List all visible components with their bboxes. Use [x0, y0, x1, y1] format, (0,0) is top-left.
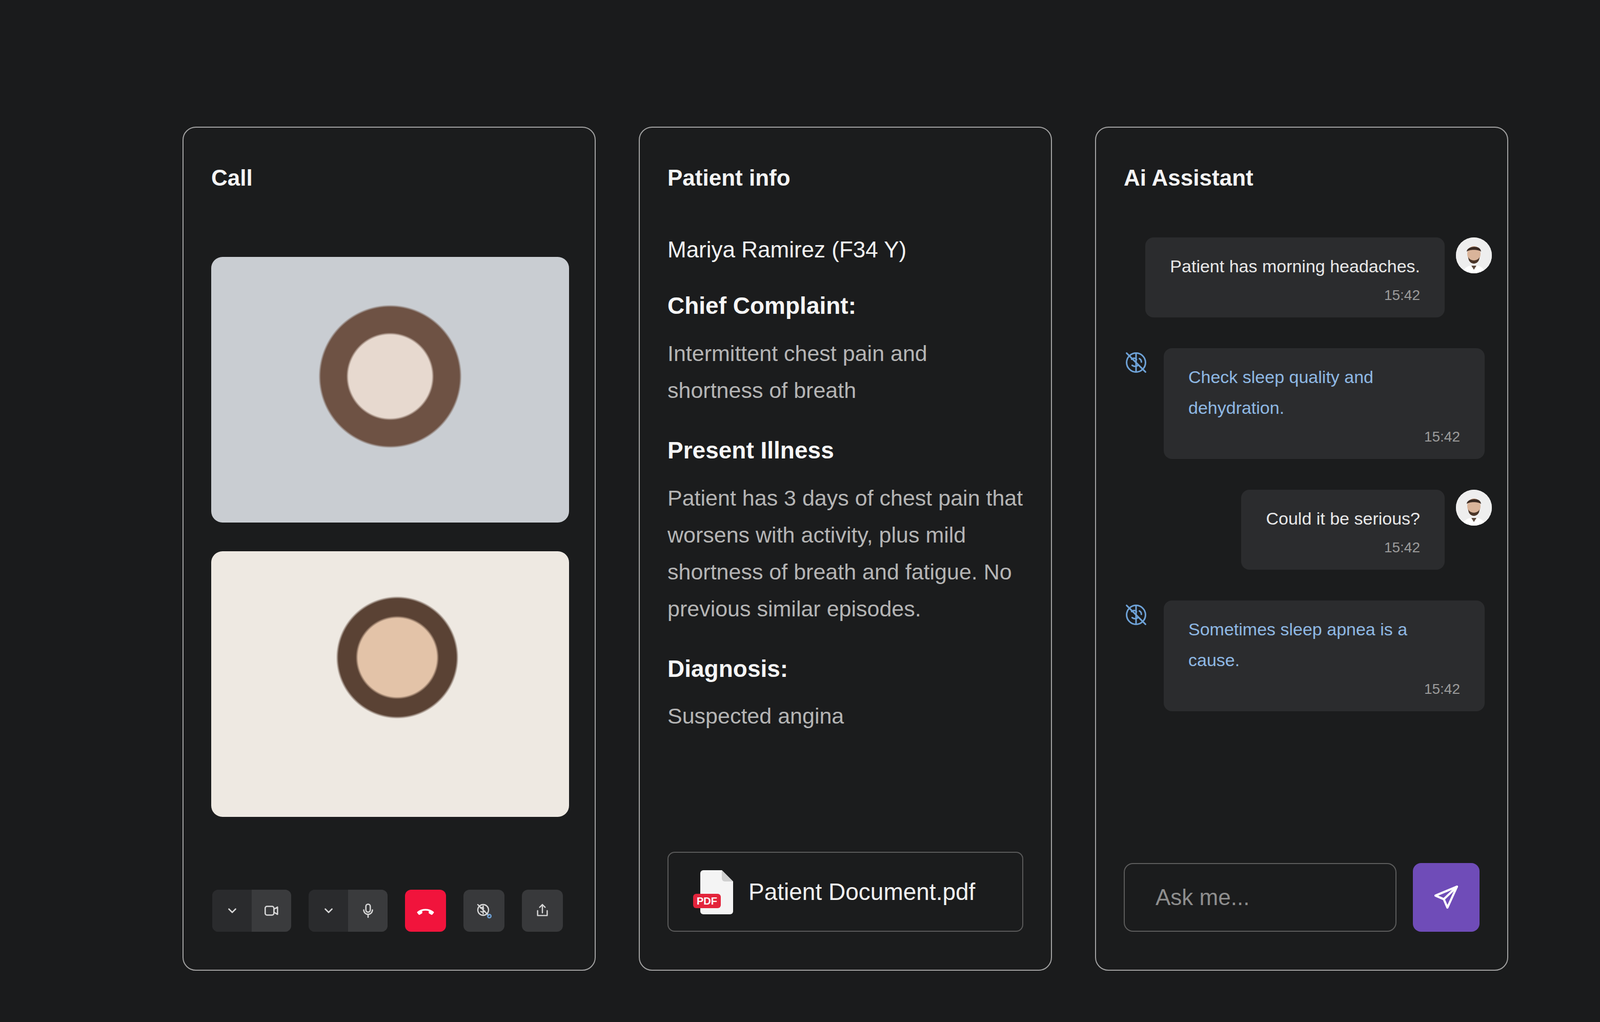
share-button[interactable]: [521, 889, 563, 932]
assistant-message: Check sleep quality and dehydration. 15:4…: [1163, 348, 1485, 459]
message-time: 15:42: [1188, 678, 1461, 700]
section-text: Intermittent chest pain and shortness of…: [667, 334, 1024, 409]
end-call-button[interactable]: [404, 889, 447, 932]
microphone-icon: [359, 901, 377, 920]
chevron-down-icon: [225, 903, 239, 918]
video-frame: [211, 256, 570, 523]
camera-control: [212, 889, 292, 932]
camera-toggle-button[interactable]: [251, 889, 292, 932]
microphone-control: [308, 889, 388, 932]
message-time: 15:42: [1188, 426, 1461, 448]
message-text: Sometimes sleep apnea is a cause.: [1188, 613, 1461, 676]
document-button[interactable]: PDF Patient Document.pdf: [667, 851, 1024, 932]
assistant-title: Ai Assistant: [1096, 164, 1508, 192]
pdf-file-icon: PDF: [693, 867, 737, 916]
section-text: Suspected angina: [667, 697, 1024, 735]
ai-brain-icon: [474, 901, 494, 920]
call-controls: [212, 889, 567, 932]
section-heading: Present Illness: [667, 435, 1024, 467]
user-message: Could it be serious?15:42: [1241, 489, 1445, 570]
section-text: Patient has 3 days of chest pain that wo…: [667, 479, 1024, 627]
camera-menu-button[interactable]: [212, 889, 252, 932]
patient-panel: Patient info Mariya Ramirez (F34 Y) Chief …: [638, 126, 1052, 971]
call-panel: Call: [182, 126, 596, 971]
patient-title: Patient info: [667, 164, 1024, 192]
ai-assistant-icon: [1122, 601, 1150, 629]
message-text: Patient has morning headaches.: [1169, 250, 1421, 282]
document-name: Patient Document.pdf: [748, 874, 976, 910]
message-row: Patient has morning headaches.15:42: [1096, 237, 1508, 318]
message-time: 15:42: [1169, 284, 1421, 307]
ai-assistant-icon: [1122, 349, 1150, 376]
message-row: Check sleep quality and dehydration. 15:4…: [1096, 348, 1508, 459]
assistant-panel: Ai Assistant Patient has morning headache…: [1095, 126, 1509, 971]
microphone-toggle-button[interactable]: [348, 889, 388, 932]
call-title: Call: [211, 164, 567, 192]
chevron-down-icon: [321, 903, 336, 918]
share-icon: [534, 902, 551, 919]
message-row: Could it be serious?15:42: [1096, 489, 1508, 570]
microphone-menu-button[interactable]: [308, 889, 349, 932]
message-text: Check sleep quality and dehydration.: [1188, 361, 1461, 423]
ai-button[interactable]: [463, 889, 505, 932]
message-row: Sometimes sleep apnea is a cause.15:42: [1096, 600, 1508, 712]
patient-name: Mariya Ramirez (F34 Y): [667, 234, 1024, 265]
doctor-avatar-icon: [1455, 489, 1492, 526]
user-message: Patient has morning headaches.15:42: [1145, 237, 1445, 318]
section-heading: Chief Complaint:: [667, 290, 1024, 322]
message-time: 15:42: [1265, 536, 1421, 559]
message-text: Could it be serious?: [1265, 502, 1421, 534]
ask-input[interactable]: [1123, 862, 1397, 932]
video-frame: [211, 551, 570, 817]
send-icon: [1431, 882, 1461, 912]
phone-hangup-icon: [415, 900, 436, 921]
pdf-badge: PDF: [693, 893, 721, 908]
video-camera-icon: [262, 901, 281, 920]
send-button[interactable]: [1412, 862, 1480, 932]
section-heading: Diagnosis:: [667, 653, 1024, 685]
doctor-avatar-icon: [1455, 237, 1492, 274]
message-list: Patient has morning headaches.15:42Check…: [1096, 237, 1508, 712]
video-list: [211, 256, 567, 817]
assistant-message: Sometimes sleep apnea is a cause.15:42: [1163, 600, 1485, 712]
input-bar: [1096, 862, 1508, 932]
